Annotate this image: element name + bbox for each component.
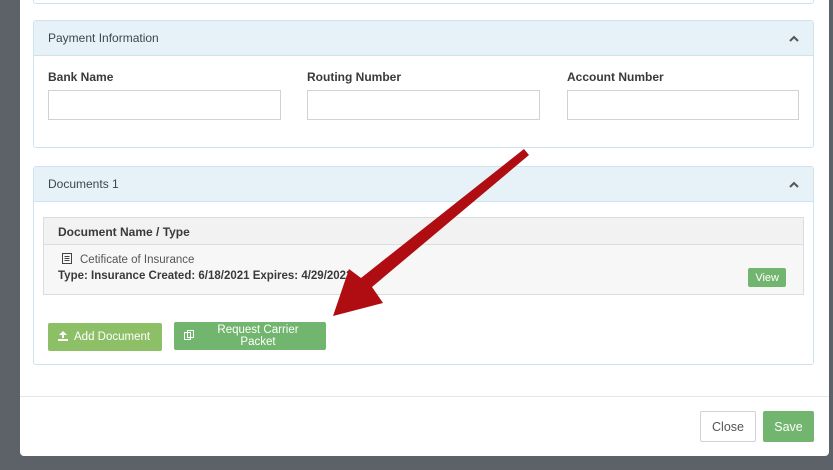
bank-name-group: Bank Name — [48, 70, 281, 120]
request-carrier-packet-button[interactable]: Request Carrier Packet — [174, 322, 326, 350]
close-button[interactable]: Close — [700, 411, 756, 442]
payment-fields: Bank Name Routing Number Account Number — [34, 56, 813, 148]
add-document-label: Add Document — [74, 331, 151, 343]
document-name-cell: Cetificate of Insurance — [62, 253, 194, 267]
document-icon — [62, 253, 72, 267]
chevron-up-icon[interactable] — [789, 33, 799, 43]
account-number-group: Account Number — [567, 70, 799, 120]
payment-panel-header[interactable]: Payment Information — [34, 21, 813, 56]
documents-panel: Documents 1 Document Name / Type Cetific… — [33, 166, 814, 365]
routing-number-label: Routing Number — [307, 70, 401, 84]
footer-divider — [20, 396, 829, 397]
routing-number-group: Routing Number — [307, 70, 540, 120]
documents-table: Document Name / Type Cetificate of Insur… — [43, 217, 804, 295]
account-number-input[interactable] — [567, 90, 799, 120]
routing-number-input[interactable] — [307, 90, 540, 120]
document-name-link[interactable]: Cetificate of Insurance — [80, 254, 194, 266]
document-column-header: Document Name / Type — [44, 218, 803, 245]
view-button[interactable]: View — [748, 268, 786, 287]
upload-icon — [58, 330, 68, 344]
previous-panel-edge — [33, 0, 814, 4]
save-button[interactable]: Save — [763, 411, 814, 442]
copy-icon — [184, 329, 194, 343]
request-carrier-packet-label: Request Carrier Packet — [217, 324, 299, 348]
table-row: Cetificate of Insurance Type: Insurance … — [44, 245, 803, 295]
add-document-button[interactable]: Add Document — [48, 323, 162, 351]
chevron-up-icon[interactable] — [789, 179, 799, 189]
account-number-label: Account Number — [567, 70, 664, 84]
documents-panel-header[interactable]: Documents 1 — [34, 167, 813, 202]
payment-information-panel: Payment Information Bank Name Routing Nu… — [33, 20, 814, 148]
bank-name-input[interactable] — [48, 90, 281, 120]
payment-panel-title: Payment Information — [48, 31, 159, 45]
document-meta: Type: Insurance Created: 6/18/2021 Expir… — [58, 270, 353, 282]
documents-panel-title: Documents 1 — [48, 177, 119, 191]
modal-dialog: Payment Information Bank Name Routing Nu… — [20, 0, 829, 456]
bank-name-label: Bank Name — [48, 70, 114, 84]
